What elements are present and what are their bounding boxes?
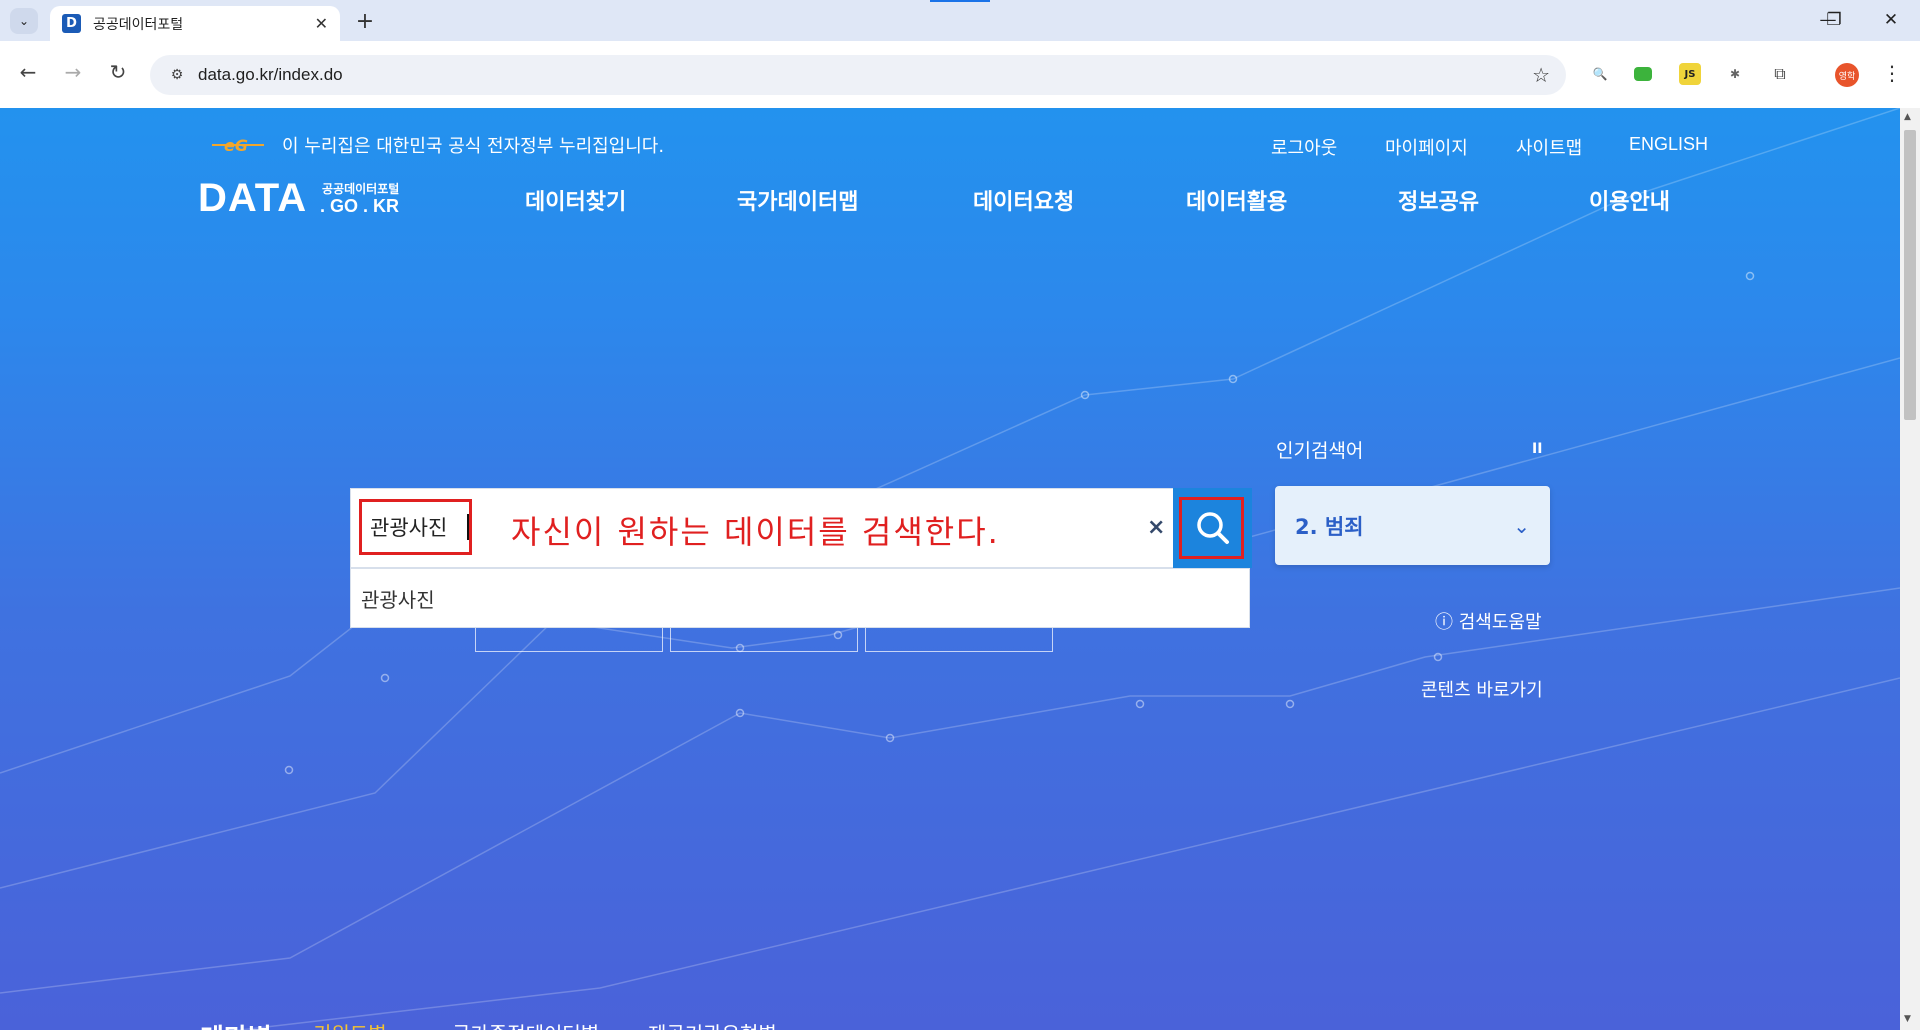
close-window-icon[interactable]: ✕: [1871, 6, 1911, 34]
extension-green-icon[interactable]: [1634, 67, 1652, 81]
main-search-box: 관광사진 자신이 원하는 데이터를 검색한다. ×: [350, 488, 1252, 568]
page-viewport: eG 이 누리집은 대한민국 공식 전자정부 누리집입니다. 로그아웃 마이페이…: [0, 108, 1900, 1030]
info-circle-icon: ⓘ: [1435, 612, 1459, 633]
tab-search-chevron-icon[interactable]: ⌄: [10, 8, 38, 34]
contents-shortcut-link[interactable]: 콘텐츠 바로가기: [1421, 676, 1543, 702]
tab-title: 공공데이터포털: [93, 16, 184, 33]
forward-arrow-icon[interactable]: →: [56, 55, 90, 89]
autocomplete-item[interactable]: 관광사진: [350, 568, 1250, 628]
browser-menu-icon[interactable]: ⋮: [1882, 61, 1902, 85]
egovernment-logo-icon: eG: [212, 136, 264, 155]
reload-icon[interactable]: ↻: [101, 55, 135, 89]
scroll-thumb[interactable]: [1904, 130, 1916, 420]
site-info-icon[interactable]: ⚙: [164, 62, 190, 88]
nav-national-data-map[interactable]: 국가데이터맵: [737, 184, 858, 216]
extension-search-icon[interactable]: 🔍: [1589, 63, 1611, 85]
site-favicon-icon: D: [62, 14, 81, 33]
tab-keyword[interactable]: 키워드별: [313, 1018, 387, 1030]
browser-toolbar: ← → ↻ ⚙ data.go.kr/index.do ☆ 🔍 JS ✱ ⧉ 영…: [0, 41, 1920, 108]
tab-national-priority-data[interactable]: 국가중점데이터별: [452, 1018, 599, 1030]
pause-icon[interactable]: II: [1532, 441, 1542, 457]
english-link[interactable]: ENGLISH: [1629, 134, 1708, 155]
restore-icon[interactable]: ❐: [1814, 6, 1854, 34]
bookmark-star-icon[interactable]: ☆: [1532, 63, 1550, 87]
popular-keywords-label: 인기검색어: [1276, 440, 1364, 462]
popular-keywords-dropdown[interactable]: 2. 범죄 ⌄: [1275, 486, 1550, 565]
nav-data-search[interactable]: 데이터찾기: [525, 184, 626, 216]
nav-data-usage[interactable]: 데이터활용: [1186, 184, 1287, 216]
tab-provider-type[interactable]: 제공기관유형별: [648, 1018, 777, 1030]
extension-js-icon[interactable]: JS: [1679, 63, 1701, 85]
nav-user-guide[interactable]: 이용안내: [1589, 184, 1670, 216]
browser-tab[interactable]: D 공공데이터포털 ✕: [50, 6, 340, 41]
scroll-down-arrow-icon[interactable]: ▼: [1904, 1014, 1911, 1024]
nav-data-request[interactable]: 데이터요청: [973, 184, 1074, 216]
search-input-highlight: 관광사진: [359, 499, 472, 555]
search-input[interactable]: 관광사진: [370, 512, 466, 542]
search-button-highlight: [1179, 497, 1244, 559]
mypage-link[interactable]: 마이페이지: [1385, 134, 1468, 160]
scroll-up-arrow-icon[interactable]: ▲: [1904, 112, 1911, 122]
clear-search-icon[interactable]: ×: [1147, 515, 1165, 540]
extension-bug-icon[interactable]: ✱: [1724, 63, 1746, 85]
logo-data-text: DATA: [198, 176, 308, 220]
search-help-link[interactable]: ⓘ 검색도움말: [1435, 608, 1542, 634]
popular-keyword-current: 2. 범죄: [1295, 514, 1364, 539]
search-help-label: 검색도움말: [1458, 612, 1542, 633]
tab-close-icon[interactable]: ✕: [315, 14, 328, 33]
address-bar[interactable]: ⚙ data.go.kr/index.do ☆: [150, 55, 1566, 95]
profile-avatar[interactable]: 영학: [1835, 63, 1859, 87]
chevron-down-icon: ⌄: [1513, 513, 1530, 538]
gov-notice-text: 이 누리집은 대한민국 공식 전자정부 누리집입니다.: [282, 136, 665, 157]
extensions-puzzle-icon[interactable]: ⧉: [1769, 63, 1791, 85]
logo-kr-text: 공공데이터포털: [322, 182, 400, 196]
new-tab-plus-icon[interactable]: +: [352, 8, 378, 34]
browser-tabstrip: ⌄ D 공공데이터포털 ✕ + — ❐ ✕: [0, 0, 1920, 41]
logout-link[interactable]: 로그아웃: [1271, 134, 1337, 160]
url-text[interactable]: data.go.kr/index.do: [198, 65, 343, 85]
page-scrollbar[interactable]: ▲ ▼: [1900, 108, 1920, 1030]
sitemap-link[interactable]: 사이트맵: [1516, 134, 1582, 160]
nav-info-share[interactable]: 정보공유: [1398, 184, 1479, 216]
text-caret: [467, 514, 469, 540]
svg-text:eG: eG: [224, 136, 248, 155]
loading-indicator: [930, 0, 990, 2]
tab-theme[interactable]: 테마별: [200, 1018, 272, 1030]
search-button[interactable]: [1173, 488, 1252, 568]
logo-gokr-text: . GO . KR: [320, 196, 400, 216]
back-arrow-icon[interactable]: ←: [11, 55, 45, 89]
site-logo[interactable]: DATA 공공데이터포털 . GO . KR: [198, 176, 399, 221]
instruction-annotation: 자신이 원하는 데이터를 검색한다.: [511, 513, 1000, 551]
search-filter-row: [350, 606, 1250, 654]
